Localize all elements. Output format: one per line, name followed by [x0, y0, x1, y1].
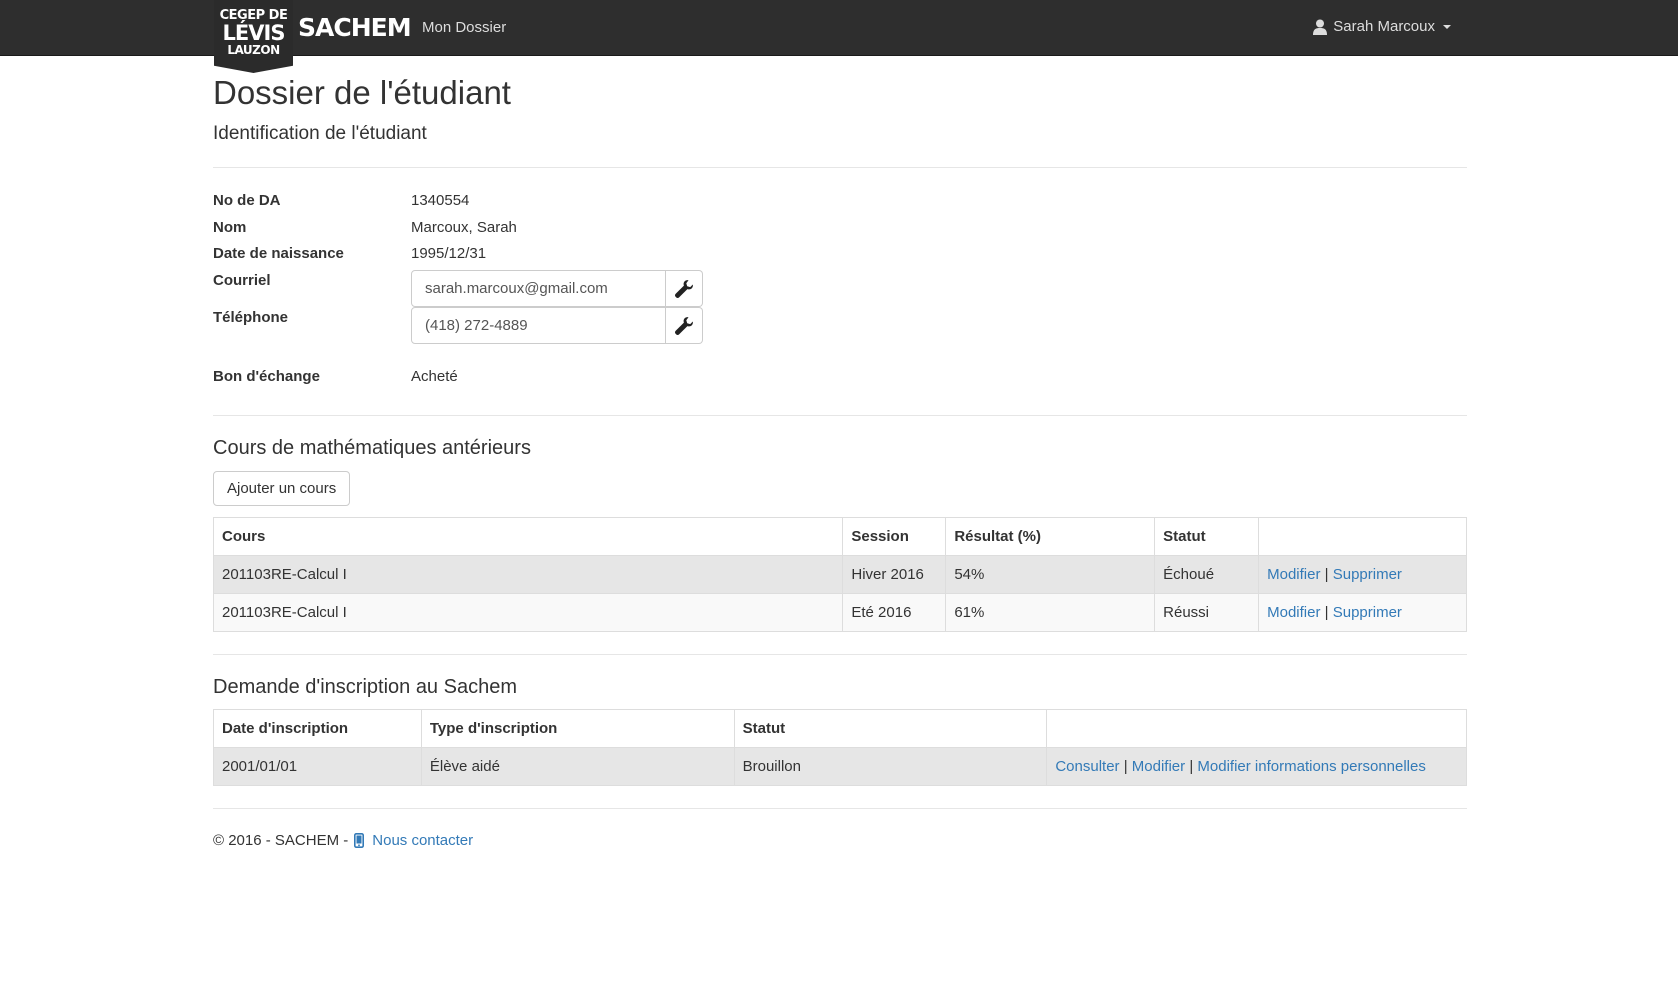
view-link[interactable]: Consulter	[1055, 758, 1119, 775]
add-course-button[interactable]: Ajouter un cours	[213, 471, 351, 506]
cell-status: Réussi	[1154, 593, 1260, 632]
caret-down-icon	[1443, 24, 1451, 29]
table-header-row: Date d'inscription Type d'inscription St…	[213, 709, 1467, 748]
table-row: 201103RE-Calcul I Eté 2016 61% Réussi Mo…	[212, 593, 1467, 632]
separator: |	[1324, 604, 1329, 621]
separator: |	[1189, 758, 1194, 775]
table-row: 201103RE-Calcul I Hiver 2016 54% Échoué …	[212, 555, 1467, 594]
label-no-da: No de DA	[213, 192, 281, 209]
cell-status: Brouillon	[733, 747, 1048, 786]
label-telephone: Téléphone	[213, 309, 289, 326]
col-header-statut: Statut	[733, 709, 1048, 748]
registration-heading: Demande d'inscription au Sachem	[213, 676, 517, 698]
modify-personal-info-link[interactable]: Modifier informations personnelles	[1197, 758, 1425, 775]
copyright-text: © 2016 - SACHEM -	[213, 832, 349, 849]
email-field[interactable]: sarah.marcoux@gmail.com	[411, 270, 666, 307]
courses-heading: Cours de mathématiques antérieurs	[213, 437, 531, 459]
label-bon-echange: Bon d'échange	[213, 368, 320, 385]
divider	[213, 167, 1467, 168]
edit-email-button[interactable]	[666, 270, 703, 307]
user-icon	[1313, 19, 1328, 35]
col-header-session: Session	[842, 517, 947, 556]
delete-link[interactable]: Supprimer	[1333, 566, 1402, 583]
table-row: 2001/01/01 Élève aidé Brouillon Consulte…	[213, 747, 1467, 786]
divider	[213, 415, 1467, 416]
wrench-icon	[675, 279, 693, 298]
col-header-date-inscription: Date d'inscription	[213, 709, 422, 748]
registration-table: Date d'inscription Type d'inscription St…	[213, 709, 1467, 786]
edit-phone-button[interactable]	[666, 307, 703, 344]
cell-session: Hiver 2016	[842, 555, 947, 594]
cell-actions: Modifier | Supprimer	[1258, 555, 1467, 594]
divider	[213, 808, 1467, 809]
contact-link[interactable]: Nous contacter	[372, 832, 473, 849]
modify-link[interactable]: Modifier	[1267, 566, 1320, 583]
user-menu-dropdown[interactable]: Sarah Marcoux	[1313, 18, 1451, 35]
col-header-actions	[1046, 709, 1467, 748]
col-header-statut: Statut	[1154, 517, 1260, 556]
cell-result: 54%	[945, 555, 1156, 594]
page-title: Dossier de l'étudiant	[213, 74, 511, 111]
label-nom: Nom	[213, 219, 247, 236]
col-header-cours: Cours	[212, 517, 844, 556]
label-date-naissance: Date de naissance	[213, 245, 344, 262]
cell-date: 2001/01/01	[213, 747, 422, 786]
cell-result: 61%	[945, 593, 1156, 632]
phone-field[interactable]: (418) 272-4889	[411, 307, 666, 344]
delete-link[interactable]: Supprimer	[1333, 604, 1402, 621]
user-name: Sarah Marcoux	[1333, 18, 1435, 35]
label-courriel: Courriel	[213, 272, 271, 289]
cell-actions: Consulter | Modifier | Modifier informat…	[1046, 747, 1467, 786]
col-header-type-inscription: Type d'inscription	[420, 709, 735, 748]
table-header-row: Cours Session Résultat (%) Statut	[212, 517, 1467, 556]
col-header-resultat: Résultat (%)	[945, 517, 1156, 556]
col-header-actions	[1258, 517, 1467, 556]
modify-link[interactable]: Modifier	[1132, 758, 1185, 775]
cell-session: Eté 2016	[842, 593, 947, 632]
email-input-group: sarah.marcoux@gmail.com	[411, 270, 718, 307]
cell-course: 201103RE-Calcul I	[212, 593, 844, 632]
value-date-naissance: 1995/12/31	[411, 245, 487, 262]
brand-sachem[interactable]: SACHEM	[298, 13, 412, 42]
cell-status: Échoué	[1154, 555, 1260, 594]
cell-actions: Modifier | Supprimer	[1258, 593, 1467, 632]
separator: |	[1123, 758, 1128, 775]
cell-type: Élève aidé	[420, 747, 735, 786]
courses-table: Cours Session Résultat (%) Statut 201103…	[212, 517, 1467, 632]
value-nom: Marcoux, Sarah	[411, 219, 517, 236]
mobile-phone-icon	[354, 833, 365, 848]
value-no-da: 1340554	[411, 192, 470, 209]
phone-input-group: (418) 272-4889	[411, 307, 718, 344]
page-subtitle: Identification de l'étudiant	[213, 123, 427, 144]
cegep-logo[interactable]: CEGEP DE LÉVIS LAUZON	[214, 0, 293, 73]
logo-line-2: LÉVIS	[222, 21, 286, 45]
separator: |	[1324, 566, 1329, 583]
wrench-icon	[675, 316, 693, 335]
nav-link-mon-dossier[interactable]: Mon Dossier	[422, 19, 506, 36]
footer: © 2016 - SACHEM - Nous contacter	[213, 832, 473, 849]
logo-line-3: LAUZON	[227, 43, 280, 57]
modify-link[interactable]: Modifier	[1267, 604, 1320, 621]
value-bon-echange: Acheté	[411, 368, 458, 385]
divider	[213, 654, 1467, 655]
cell-course: 201103RE-Calcul I	[212, 555, 844, 594]
